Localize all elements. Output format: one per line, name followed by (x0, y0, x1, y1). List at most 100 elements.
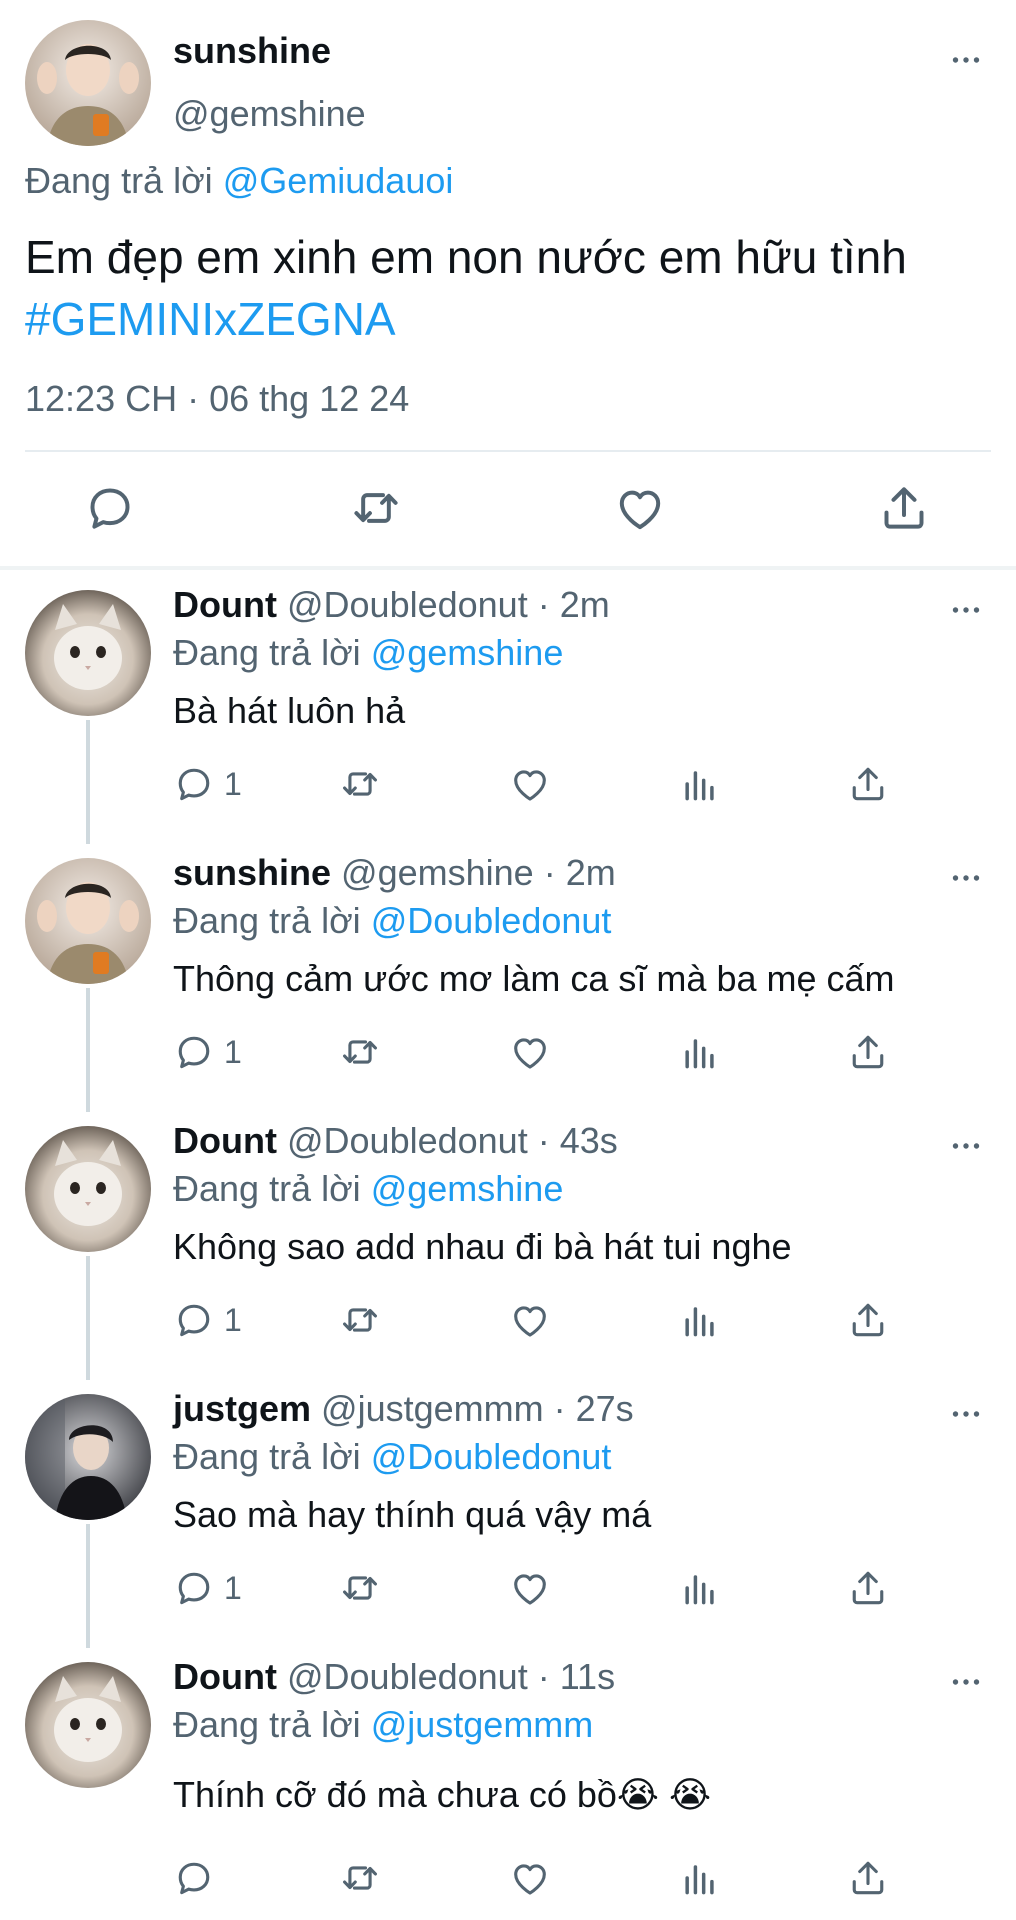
reply-header: Dount @Doubledonut · 11s (173, 1656, 615, 1698)
user-handle[interactable]: @gemshine (341, 852, 534, 893)
replying-to: Đang trả lời @Doubledonut (173, 900, 611, 942)
comment-icon[interactable] (82, 480, 138, 536)
heart-icon[interactable] (508, 1028, 552, 1076)
relative-time[interactable]: · 11s (538, 1656, 615, 1697)
comment-icon (172, 1298, 216, 1342)
reply-text: Thông cảm ước mơ làm ca sĩ mà ba mẹ cấm (173, 958, 895, 999)
avatar[interactable] (25, 590, 151, 716)
user-handle[interactable]: @gemshine (173, 93, 366, 135)
reply-tweet[interactable]: Dount @Doubledonut · 11s Đang trả lời @j… (0, 1642, 1016, 1910)
more-icon[interactable] (948, 860, 984, 896)
avatar[interactable] (25, 1126, 151, 1252)
reply-count: 1 (224, 765, 242, 802)
more-icon[interactable] (948, 1664, 984, 1700)
relative-time[interactable]: · 2m (544, 852, 616, 893)
more-icon[interactable] (948, 1128, 984, 1164)
reply-text: Thính cỡ đó mà chưa có bồ😭 😭 (173, 1774, 712, 1815)
retweet-icon[interactable] (338, 760, 382, 808)
more-icon[interactable] (948, 1396, 984, 1432)
tweet-body: Em đẹp em xinh em non nước em hữu tình (25, 231, 907, 283)
replying-to: Đang trả lời @justgemmm (173, 1704, 593, 1746)
reply-header: sunshine @gemshine · 2m (173, 852, 616, 894)
action-bar: 1 (0, 1564, 1016, 1614)
mention-link[interactable]: @gemshine (371, 1168, 564, 1209)
reply-tweet[interactable]: sunshine @gemshine · 2m Đang trả lời @Do… (0, 838, 1016, 1112)
comment-button[interactable] (172, 1854, 224, 1902)
display-name[interactable]: justgem (173, 1388, 311, 1429)
retweet-icon[interactable] (338, 1564, 382, 1612)
analytics-icon[interactable] (678, 1028, 722, 1076)
user-handle[interactable]: @justgemmm (321, 1388, 544, 1429)
heart-icon[interactable] (612, 480, 668, 536)
comment-button[interactable]: 1 (172, 1028, 242, 1076)
action-bar: 1 (0, 760, 1016, 810)
retweet-icon[interactable] (338, 1854, 382, 1902)
reply-tweet[interactable]: justgem @justgemmm · 27s Đang trả lời @D… (0, 1374, 1016, 1648)
relative-time[interactable]: · 43s (538, 1120, 618, 1161)
user-handle[interactable]: @Doubledonut (287, 1656, 528, 1697)
reply-text: Sao mà hay thính quá vậy má (173, 1494, 652, 1535)
analytics-icon[interactable] (678, 1854, 722, 1902)
share-icon[interactable] (846, 1296, 890, 1344)
replying-to-label: Đang trả lời (173, 1168, 361, 1209)
reply-count: 1 (224, 1033, 242, 1070)
avatar[interactable] (25, 1662, 151, 1788)
reply-count: 1 (224, 1569, 242, 1606)
reply-text: Không sao add nhau đi bà hát tui nghe (173, 1226, 792, 1267)
share-icon[interactable] (846, 1854, 890, 1902)
replying-to-label: Đang trả lời (173, 900, 361, 941)
retweet-icon[interactable] (338, 1028, 382, 1076)
user-handle[interactable]: @Doubledonut (287, 584, 528, 625)
display-name[interactable]: sunshine (173, 852, 331, 893)
analytics-icon[interactable] (678, 1564, 722, 1612)
share-icon[interactable] (846, 760, 890, 808)
retweet-icon[interactable] (348, 480, 404, 536)
heart-icon[interactable] (508, 760, 552, 808)
main-tweet: sunshine @gemshine Đang trả lời @Gemiuda… (0, 0, 1016, 570)
mention-link[interactable]: @justgemmm (371, 1704, 594, 1745)
mention-link[interactable]: @gemshine (371, 632, 564, 673)
retweet-icon[interactable] (338, 1296, 382, 1344)
replying-to-label: Đang trả lời (173, 1704, 361, 1745)
analytics-icon[interactable] (678, 760, 722, 808)
relative-time[interactable]: · 27s (554, 1388, 634, 1429)
mention-link[interactable]: @Gemiudauoi (223, 160, 454, 201)
avatar[interactable] (25, 20, 151, 146)
reply-text: Bà hát luôn hả (173, 690, 406, 731)
avatar[interactable] (25, 1394, 151, 1520)
display-name[interactable]: Dount (173, 584, 277, 625)
action-bar (0, 480, 1016, 536)
more-icon[interactable] (948, 592, 984, 628)
comment-button[interactable]: 1 (172, 1296, 242, 1344)
tweet-text: Em đẹp em xinh em non nước em hữu tình #… (25, 226, 1005, 350)
replying-to-label: Đang trả lời (25, 160, 213, 201)
hashtag-link[interactable]: #GEMINIxZEGNA (25, 288, 1005, 350)
heart-icon[interactable] (508, 1296, 552, 1344)
user-handle[interactable]: @Doubledonut (287, 1120, 528, 1161)
display-name[interactable]: Dount (173, 1120, 277, 1161)
relative-time[interactable]: · 2m (538, 584, 610, 625)
replying-to: Đang trả lời @Doubledonut (173, 1436, 611, 1478)
analytics-icon[interactable] (678, 1296, 722, 1344)
comment-icon (172, 1030, 216, 1074)
reply-tweet[interactable]: Dount @Doubledonut · 2m Đang trả lời @ge… (0, 570, 1016, 844)
display-name[interactable]: Dount (173, 1656, 277, 1697)
avatar[interactable] (25, 858, 151, 984)
share-icon[interactable] (846, 1028, 890, 1076)
tweet-timestamp[interactable]: 12:23 CH · 06 thg 12 24 (25, 378, 409, 420)
more-icon[interactable] (948, 42, 984, 78)
mention-link[interactable]: @Doubledonut (371, 1436, 612, 1477)
reply-header: justgem @justgemmm · 27s (173, 1388, 634, 1430)
heart-icon[interactable] (508, 1564, 552, 1612)
comment-icon (172, 1566, 216, 1610)
share-icon[interactable] (846, 1564, 890, 1612)
comment-button[interactable]: 1 (172, 1564, 242, 1612)
replying-to: Đang trả lời @gemshine (173, 1168, 563, 1210)
comment-button[interactable]: 1 (172, 760, 242, 808)
reply-tweet[interactable]: Dount @Doubledonut · 43s Đang trả lời @g… (0, 1106, 1016, 1380)
mention-link[interactable]: @Doubledonut (371, 900, 612, 941)
share-icon[interactable] (876, 480, 932, 536)
replying-to-label: Đang trả lời (173, 1436, 361, 1477)
heart-icon[interactable] (508, 1854, 552, 1902)
display-name[interactable]: sunshine (173, 30, 331, 72)
